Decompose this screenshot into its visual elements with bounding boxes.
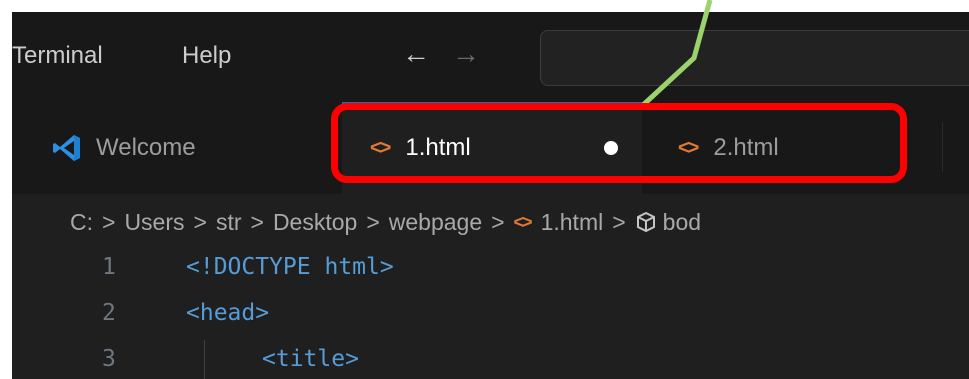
- menu-bar: Terminal Help ← →: [12, 12, 969, 102]
- line-number: 2: [102, 300, 116, 326]
- symbol-element-icon: [636, 211, 655, 233]
- tab-welcome[interactable]: Welcome: [12, 102, 342, 194]
- chevron-right-icon: >: [102, 208, 116, 235]
- chevron-right-icon: >: [250, 208, 264, 235]
- html-file-icon: <>: [370, 136, 391, 159]
- code-line[interactable]: 2 <head>: [12, 300, 969, 342]
- menu-help[interactable]: Help: [182, 42, 231, 70]
- indent-guide: [204, 340, 205, 379]
- chevron-right-icon: >: [193, 208, 207, 235]
- breadcrumb-item[interactable]: webpage: [389, 209, 482, 236]
- tab-label: 1.html: [405, 134, 471, 161]
- code-line[interactable]: 3 <title>: [12, 346, 969, 379]
- tab-label: 2.html: [713, 134, 779, 161]
- chevron-right-icon: >: [491, 208, 505, 235]
- command-center-search[interactable]: [540, 30, 969, 86]
- line-number: 1: [102, 254, 116, 280]
- chevron-right-icon: >: [612, 208, 626, 235]
- vscode-window: Terminal Help ← → Welcome <> 1.html <> 2…: [12, 12, 969, 379]
- html-file-icon: <>: [678, 136, 699, 159]
- breadcrumb-item[interactable]: bod: [663, 209, 701, 236]
- code-text: <!DOCTYPE html>: [186, 254, 394, 280]
- code-line[interactable]: 1 <!DOCTYPE html>: [12, 254, 969, 296]
- code-text: <head>: [186, 300, 270, 326]
- breadcrumb: C: > Users > str > Desktop > webpage > <…: [12, 194, 969, 250]
- tab-2-html[interactable]: <> 2.html: [642, 102, 912, 194]
- breadcrumb-item[interactable]: Desktop: [273, 209, 357, 236]
- tab-label: Welcome: [96, 134, 196, 161]
- breadcrumb-item[interactable]: 1.html: [541, 209, 604, 236]
- breadcrumb-item[interactable]: C:: [70, 209, 93, 236]
- menu-terminal[interactable]: Terminal: [12, 42, 103, 70]
- line-number: 3: [102, 346, 116, 372]
- html-file-icon: <>: [513, 211, 533, 232]
- chevron-right-icon: >: [366, 208, 380, 235]
- breadcrumb-item[interactable]: Users: [124, 209, 184, 236]
- breadcrumb-item[interactable]: str: [216, 209, 242, 236]
- code-text: <title>: [262, 346, 359, 372]
- arrow-left-icon[interactable]: ←: [402, 38, 430, 70]
- tab-1-html[interactable]: <> 1.html: [342, 102, 642, 194]
- vscode-logo-icon: [53, 135, 80, 161]
- tab-divider: [942, 122, 943, 172]
- editor-tab-bar: Welcome <> 1.html <> 2.html: [12, 102, 969, 194]
- unsaved-dot-icon[interactable]: [604, 141, 618, 155]
- code-editor[interactable]: 1 <!DOCTYPE html> 2 <head> 3 <title>: [12, 250, 969, 379]
- arrow-right-icon[interactable]: →: [452, 38, 480, 70]
